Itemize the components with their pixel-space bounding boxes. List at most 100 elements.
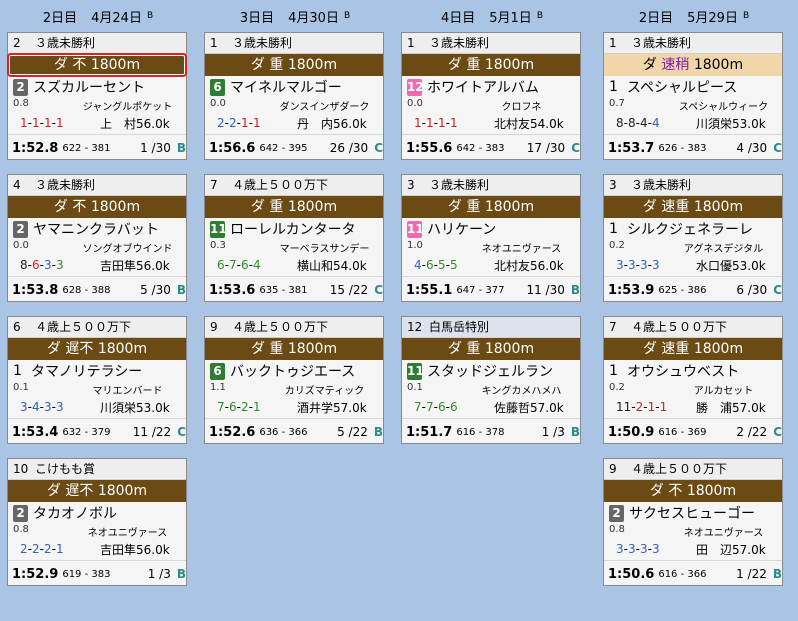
track-condition[interactable]: ダ 速重 1800m <box>604 196 782 218</box>
split-times: 616 - 369 <box>658 426 707 438</box>
horse-name[interactable]: スペシャルピース <box>627 77 737 97</box>
race-number: 7 <box>210 178 218 192</box>
surface: ダ <box>53 57 68 73</box>
track-condition[interactable]: ダ 重 1800m <box>402 196 580 218</box>
horse-row[interactable]: 1 オウシュウベスト <box>604 360 782 382</box>
corner-positions: 3-3-3-3 <box>616 542 660 556</box>
corner-position: 3 <box>55 400 64 414</box>
race-title: 9 ４歳上５００万下 <box>205 317 383 338</box>
column-header: 3日目 4月30日 B <box>204 0 386 32</box>
race-card[interactable]: 12 白馬岳特別ダ 重 1800m 11 スタッドジェルラン 0.1 キングカメハメハ 7-… <box>401 316 581 444</box>
corner-position: 4 <box>414 258 422 272</box>
column-header: 2日目 5月29日 B <box>603 0 785 32</box>
corner-position: 1 <box>240 116 249 130</box>
race-name: ４歳上５００万下 <box>35 320 132 334</box>
track-condition[interactable]: ダ 遅不 1800m <box>8 480 186 502</box>
track-condition[interactable]: ダ 重 1800m <box>402 54 580 76</box>
horse-name[interactable]: タカオノボル <box>33 503 117 523</box>
track-condition[interactable]: ダ 速稍 1800m <box>604 54 782 76</box>
corner-position: 1 <box>425 116 434 130</box>
race-title: 7 ４歳上５００万下 <box>205 175 383 196</box>
track-condition[interactable]: ダ 重 1800m <box>402 338 580 360</box>
track-condition[interactable]: ダ 不 1800m <box>604 480 782 502</box>
horse-row[interactable]: 2 タカオノボル <box>8 502 186 524</box>
horse-row[interactable]: 11 ハリケーン <box>402 218 580 240</box>
corner-positions: 8-8-4-4 <box>616 116 660 130</box>
result-row: 1:52.8 622 - 381 1 /30 B <box>8 135 186 161</box>
horse-row[interactable]: 1 タマノリテラシー <box>8 360 186 382</box>
race-card[interactable]: 10 こけもも賞ダ 遅不 1800m 2 タカオノボル 0.8 ネオユニヴァース 2-2-2… <box>7 458 187 586</box>
horse-name[interactable]: ローレルカンタータ <box>230 219 356 239</box>
horse-row[interactable]: 6 マイネルマルゴー <box>205 76 383 98</box>
race-card[interactable]: 7 ４歳上５００万下ダ 速重 1800m 1 オウシュウベスト 0.2 アルカセット 11-… <box>603 316 783 444</box>
horse-row[interactable]: 2 サクセスヒューゴー <box>604 502 782 524</box>
horse-name[interactable]: サクセスヒューゴー <box>629 503 755 523</box>
race-card[interactable]: 3 ３歳未勝利ダ 重 1800m 11 ハリケーン 1.0 ネオユニヴァース 4-6-5-5… <box>401 174 581 302</box>
race-card[interactable]: 1 ３歳未勝利ダ 重 1800m 12 ホワイトアルバム 0.0 クロフネ 1-1-1-1 北… <box>401 32 581 160</box>
horse-row[interactable]: 1 スペシャルピース <box>604 76 782 98</box>
position-row: 4-6-5-5 北村友56.0k <box>402 254 580 277</box>
horse-name[interactable]: マイネルマルゴー <box>230 77 342 97</box>
finish-time: 1:53.9 <box>608 282 655 298</box>
horse-sub-row: 0.0 クロフネ <box>402 98 580 113</box>
corner-positions: 6-7-6-4 <box>217 258 261 272</box>
race-name: こけもも賞 <box>35 462 96 476</box>
track-condition[interactable]: ダ 不 1800m <box>8 196 186 218</box>
post-number-badge: 11 <box>407 220 424 238</box>
race-card[interactable]: 4 ３歳未勝利ダ 不 1800m 2 ヤマニンクラバット 0.0 ソングオブウインド 8-6… <box>7 174 187 302</box>
race-card[interactable]: 9 ４歳上５００万下ダ 不 1800m 2 サクセスヒューゴー 0.8 ネオユニヴァース 3… <box>603 458 783 586</box>
position-row: 2-2-2-1 吉田隼56.0k <box>8 538 186 561</box>
horse-row[interactable]: 12 ホワイトアルバム <box>402 76 580 98</box>
jockey-weight: 丹 内56.0k <box>297 116 367 131</box>
horse-row[interactable]: 2 スズカルーセント <box>8 76 186 98</box>
corner-position: 1 <box>55 116 64 130</box>
race-number: 10 <box>13 462 29 476</box>
horse-name[interactable]: ホワイトアルバム <box>427 77 539 97</box>
race-card[interactable]: 2 ３歳未勝利ダ 不 1800m 2 スズカルーセント 0.8 ジャングルポケット 1-1-… <box>7 32 187 160</box>
race-title: 12 白馬岳特別 <box>402 317 580 338</box>
race-card[interactable]: 9 ４歳上５００万下ダ 重 1800m 6 バックトゥジエース 1.1 カリズマティック 7… <box>204 316 384 444</box>
track-condition[interactable]: ダ 重 1800m <box>205 338 383 360</box>
race-card[interactable]: 3 ３歳未勝利ダ 速重 1800m 1 シルクジェネラーレ 0.2 アグネスデジタル 3-3… <box>603 174 783 302</box>
race-card[interactable]: 6 ４歳上５００万下ダ 遅不 1800m 1 タマノリテラシー 0.1 マリエンバード 3-… <box>7 316 187 444</box>
horse-name[interactable]: バックトゥジエース <box>230 361 355 381</box>
horse-sub-row: 0.1 キングカメハメハ <box>402 382 580 397</box>
race-card[interactable]: 1 ３歳未勝利ダ 速稍 1800m 1 スペシャルピース 0.7 スペシャルウィーク 8-8… <box>603 32 783 160</box>
horse-name[interactable]: スズカルーセント <box>33 77 145 97</box>
horse-name[interactable]: ヤマニンクラバット <box>33 219 159 239</box>
corner-position: 1 <box>414 116 422 130</box>
horse-row[interactable]: 2 ヤマニンクラバット <box>8 218 186 240</box>
track-condition[interactable]: ダ 重 1800m <box>205 196 383 218</box>
horse-name[interactable]: タマノリテラシー <box>31 361 142 381</box>
jockey-weight: 川須栄53.0k <box>696 116 766 131</box>
horse-name[interactable]: オウシュウベスト <box>627 361 739 381</box>
track-condition[interactable]: ダ 不 1800m <box>7 53 187 77</box>
corner-position: 1 <box>647 400 656 414</box>
surface: ダ <box>447 341 462 357</box>
horse-name[interactable]: シルクジェネラーレ <box>627 219 753 239</box>
post-number-badge: 11 <box>210 220 227 238</box>
horse-name[interactable]: スタッドジェルラン <box>427 361 553 381</box>
horse-row[interactable]: 1 シルクジェネラーレ <box>604 218 782 240</box>
finish-time: 1:55.6 <box>406 140 453 156</box>
corner-positions: 1-1-1-1 <box>20 116 64 130</box>
going: 重 <box>269 57 284 73</box>
jockey-weight: 北村友54.0k <box>494 116 564 131</box>
horse-row[interactable]: 11 スタッドジェルラン <box>402 360 580 382</box>
odds-value: 0.0 <box>407 98 423 109</box>
rank: 1 /22 <box>736 567 767 581</box>
distance: 1800m <box>484 199 535 215</box>
horse-row[interactable]: 11 ローレルカンタータ <box>205 218 383 240</box>
race-name: ３歳未勝利 <box>429 36 490 50</box>
horse-row[interactable]: 6 バックトゥジエース <box>205 360 383 382</box>
corner-position: 3 <box>627 542 636 556</box>
grade-mark: C <box>374 283 383 297</box>
race-card[interactable]: 7 ４歳上５００万下ダ 重 1800m 11 ローレルカンタータ 0.3 マーベラスサンデ… <box>204 174 384 302</box>
track-condition[interactable]: ダ 遅不 1800m <box>8 338 186 360</box>
rank: 5 /22 <box>337 425 368 439</box>
corner-position: 3 <box>616 542 624 556</box>
track-condition[interactable]: ダ 重 1800m <box>205 54 383 76</box>
track-condition[interactable]: ダ 速重 1800m <box>604 338 782 360</box>
horse-name[interactable]: ハリケーン <box>427 219 496 239</box>
race-card[interactable]: 1 ３歳未勝利ダ 重 1800m 6 マイネルマルゴー 0.0 ダンスインザダーク 2-2-… <box>204 32 384 160</box>
